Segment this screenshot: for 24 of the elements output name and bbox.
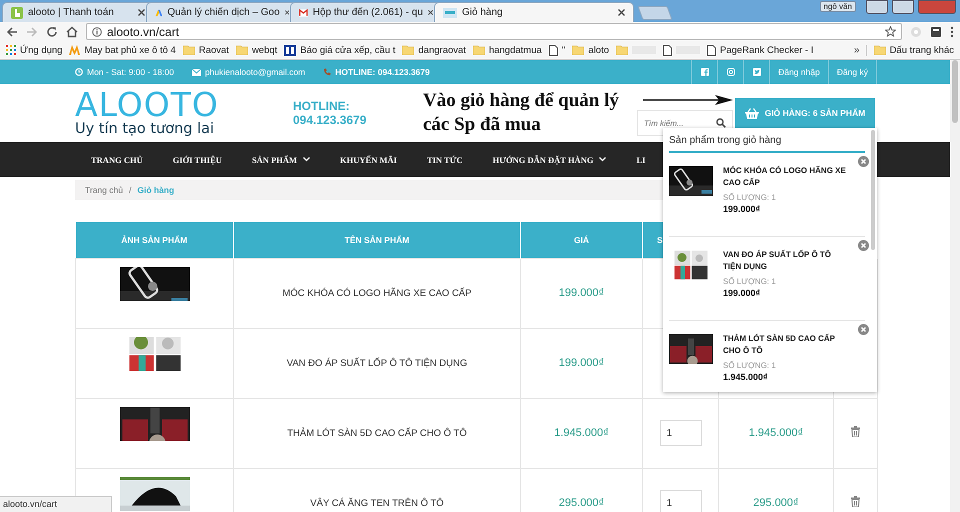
hotline: HOTLINE: 094.123.3679 xyxy=(323,67,430,77)
opening-hours: Mon - Sat: 9:00 - 18:00 xyxy=(75,67,174,77)
table-cell: 1.945.000₫ xyxy=(718,398,834,468)
tagline: Uy tín tạo tương lai xyxy=(75,121,216,137)
breadcrumb-separator: / xyxy=(128,185,132,195)
quantity-label: SỐ LƯỢNG: 1 xyxy=(723,193,777,202)
annotation-text: Vào giỏ hàng để quản lý các Sp đã mua xyxy=(423,89,620,137)
product-price: 1.945.000₫ xyxy=(723,372,769,382)
table-cell: 1.945.000₫ xyxy=(520,398,642,468)
table-cell: 199.000₫ xyxy=(520,258,642,328)
quantity-label: SỐ LƯỢNG: 1 xyxy=(723,277,777,286)
url-tooltip: alooto.vn/cart xyxy=(0,496,112,512)
product-price: 199.000₫ xyxy=(723,288,762,298)
product-price: 199.000₫ xyxy=(723,204,762,214)
hotline: HOTLINE: 094.123.3679 xyxy=(293,99,368,127)
quantity-label: SỐ LƯỢNG: 1 xyxy=(723,361,777,370)
table-cell: 199.000₫ xyxy=(520,328,642,398)
table-cell: MÓC KHÓA CÓ LOGO HÃNG XE CAO CẤP xyxy=(234,258,520,328)
column-header: TÊN SẢN PHẨM xyxy=(234,222,520,258)
table-cell: THẢM LÓT SÀN 5D CAO CẤP CHO Ô TÔ xyxy=(234,398,520,468)
dropdown-title: Sản phẩm trong giỏ hàng xyxy=(669,128,865,153)
column-header: ẢNH SẢN PHẨM xyxy=(76,222,234,258)
column-header: GIÁ xyxy=(520,222,642,258)
table-cell: VAN ĐO ÁP SUẤT LỐP Ô TÔ TIỆN DỤNG xyxy=(234,328,520,398)
